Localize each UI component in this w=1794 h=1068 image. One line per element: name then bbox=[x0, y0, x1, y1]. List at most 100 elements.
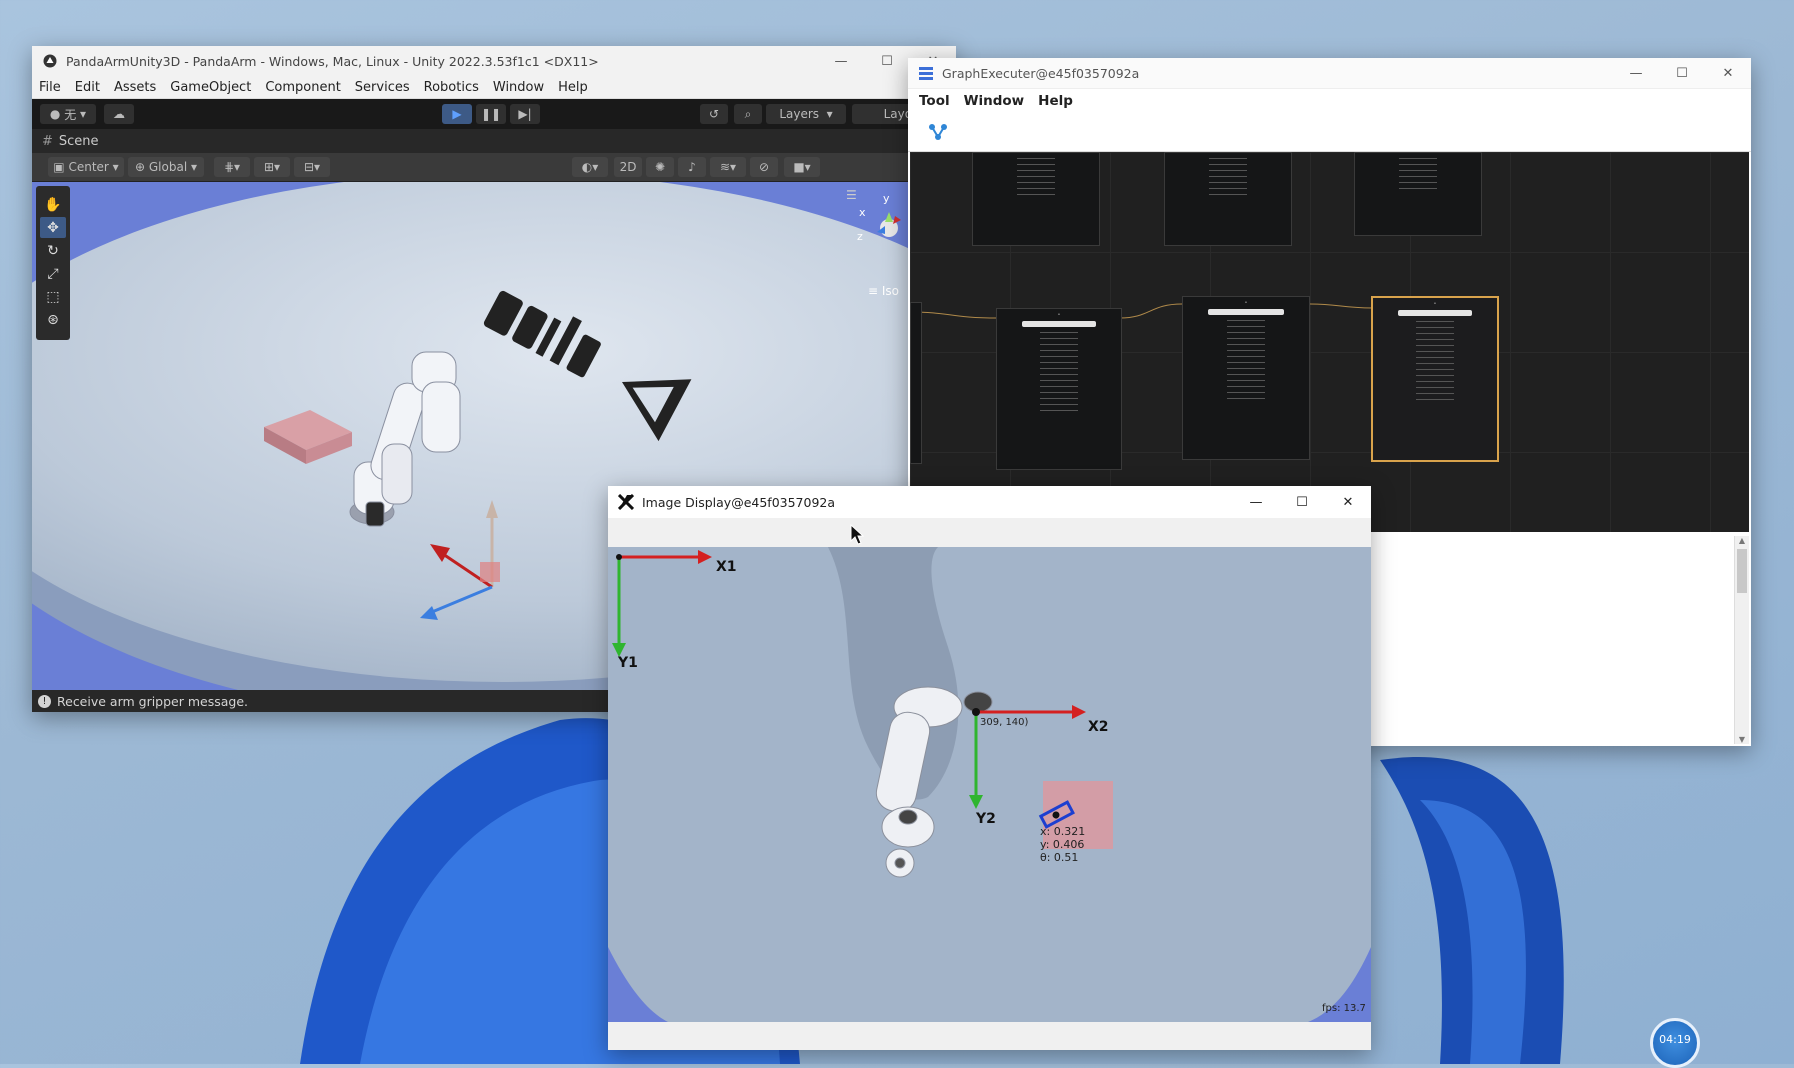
projection-label[interactable]: ≡ Iso bbox=[868, 284, 899, 298]
rotate-tool-icon[interactable]: ↻ bbox=[40, 240, 66, 261]
graph-title-bar: GraphExecuter@e45f0357092a — ☐ ✕ bbox=[908, 58, 1751, 89]
pivot-dropdown[interactable]: ▣ Center ▾ bbox=[48, 157, 124, 177]
mode-2d-toggle[interactable]: 2D bbox=[614, 157, 642, 177]
graph-node[interactable] bbox=[910, 302, 922, 464]
close-button[interactable]: ✕ bbox=[1325, 487, 1371, 517]
menu-component[interactable]: Component bbox=[258, 80, 347, 95]
audio-icon[interactable]: ♪ bbox=[678, 157, 706, 177]
image-window-title: Image Display@e45f0357092a bbox=[642, 494, 836, 510]
menu-services[interactable]: Services bbox=[348, 80, 417, 95]
graph-node[interactable] bbox=[1354, 152, 1482, 236]
layers-label: Layers bbox=[779, 107, 820, 121]
axis-label-x1: X1 bbox=[716, 559, 737, 575]
menu-robotics[interactable]: Robotics bbox=[417, 80, 486, 95]
camera-image[interactable]: X1 Y1 X2 Y2 309, 140) x: 0.321 y: 0.406 … bbox=[608, 547, 1371, 1022]
camera-dropdown[interactable]: ■▾ bbox=[784, 157, 820, 177]
unity-menubar: File Edit Assets GameObject Component Se… bbox=[32, 76, 956, 99]
account-icon: ● bbox=[49, 107, 65, 121]
scroll-up-icon[interactable]: ▲ bbox=[1735, 536, 1749, 545]
lighting-icon[interactable]: ✺ bbox=[646, 157, 674, 177]
grid-snap-toggle[interactable]: ⊞▾ bbox=[254, 157, 290, 177]
step-button[interactable]: ▶| bbox=[510, 104, 540, 124]
pose-y: y: 0.406 bbox=[1040, 838, 1085, 851]
graph-canvas[interactable]: • • • bbox=[910, 152, 1749, 532]
hand-tool-icon[interactable]: ✋ bbox=[40, 194, 66, 215]
menu-window[interactable]: Window bbox=[486, 80, 551, 95]
menu-gameobject[interactable]: GameObject bbox=[163, 80, 258, 95]
mode-2d-label: 2D bbox=[619, 160, 637, 174]
graph-node[interactable]: • bbox=[996, 308, 1122, 470]
scroll-thumb[interactable] bbox=[1737, 549, 1747, 593]
image-status-strip bbox=[608, 1022, 1371, 1050]
menu-edit[interactable]: Edit bbox=[68, 80, 107, 95]
axis-label-x2: X2 bbox=[1088, 719, 1109, 735]
gizmo-y-label: y bbox=[883, 192, 890, 205]
menu-help[interactable]: Help bbox=[1031, 93, 1080, 109]
account-dropdown[interactable]: ● 无 ▾ bbox=[40, 104, 96, 124]
image-toolbar-strip bbox=[608, 518, 1371, 548]
menu-file[interactable]: File bbox=[32, 80, 68, 95]
fps-readout: fps: 13.7 bbox=[1322, 1003, 1366, 1014]
close-button[interactable]: ✕ bbox=[1705, 58, 1751, 88]
orientation-gizmo[interactable]: y x z bbox=[857, 192, 913, 252]
minimize-button[interactable]: — bbox=[1233, 487, 1279, 517]
layers-dropdown[interactable]: Layers ▾ bbox=[766, 104, 846, 124]
minimize-button[interactable]: — bbox=[1613, 58, 1659, 88]
scene-tab-label: Scene bbox=[58, 133, 99, 149]
move-tool-icon[interactable]: ✥ bbox=[40, 217, 66, 238]
shading-dropdown[interactable]: ◐▾ bbox=[572, 157, 608, 177]
pause-button[interactable]: ❚❚ bbox=[476, 104, 506, 124]
scroll-down-icon[interactable]: ▼ bbox=[1735, 735, 1749, 744]
menu-window[interactable]: Window bbox=[957, 93, 1032, 109]
log-scrollbar[interactable]: ▲ ▼ bbox=[1734, 536, 1749, 744]
graph-network-icon[interactable] bbox=[926, 120, 950, 144]
pose-theta: θ: 0.51 bbox=[1040, 851, 1079, 864]
graph-window-title: GraphExecuter@e45f0357092a bbox=[942, 65, 1140, 81]
space-dropdown[interactable]: ⊕ Global ▾ bbox=[128, 157, 204, 177]
account-label: 无 bbox=[64, 107, 77, 122]
info-icon: ! bbox=[38, 694, 51, 708]
space-label: Global bbox=[148, 160, 188, 174]
visibility-icon[interactable]: ⊘ bbox=[750, 157, 778, 177]
camera-render bbox=[608, 547, 1371, 1022]
menu-help[interactable]: Help bbox=[551, 80, 595, 95]
scene-tab[interactable]: # Scene bbox=[32, 129, 956, 153]
pose-x: x: 0.321 bbox=[1040, 825, 1086, 838]
transform-tool-icon[interactable]: ⊛ bbox=[40, 309, 66, 330]
mouse-cursor-icon bbox=[850, 524, 864, 545]
minimize-button[interactable]: — bbox=[818, 46, 864, 76]
graph-app-icon bbox=[917, 64, 935, 82]
cloud-icon[interactable]: ☁ bbox=[104, 104, 134, 124]
maximize-button[interactable]: ☐ bbox=[1659, 58, 1705, 88]
projection-text: Iso bbox=[881, 284, 900, 298]
history-icon[interactable]: ↺ bbox=[700, 104, 728, 124]
status-message: Receive arm gripper message. bbox=[57, 693, 249, 709]
search-icon[interactable]: ⌕ bbox=[734, 104, 762, 124]
clock-time: 04:19 bbox=[1659, 1032, 1691, 1046]
effects-dropdown[interactable]: ≋▾ bbox=[710, 157, 746, 177]
maximize-button[interactable]: ☐ bbox=[1279, 487, 1325, 517]
object-pose-readout: x: 0.321 y: 0.406 θ: 0.51 bbox=[1040, 825, 1085, 864]
graph-node[interactable] bbox=[972, 152, 1100, 246]
scene-menu-icon[interactable]: ☰ bbox=[846, 188, 857, 202]
point-coordinate-label: 309, 140) bbox=[980, 717, 1029, 728]
clock-badge[interactable]: 04:19 bbox=[1650, 1018, 1700, 1068]
menu-tool[interactable]: Tool bbox=[912, 93, 957, 109]
graph-node[interactable] bbox=[1164, 152, 1292, 246]
maximize-button[interactable]: ☐ bbox=[864, 46, 910, 76]
unity-logo-icon bbox=[41, 52, 59, 70]
play-button[interactable]: ▶ bbox=[442, 104, 472, 124]
gizmo-x-label: x bbox=[859, 206, 866, 219]
menu-assets[interactable]: Assets bbox=[107, 80, 163, 95]
grid-icon: # bbox=[42, 133, 53, 149]
rect-tool-icon[interactable]: ⬚ bbox=[40, 286, 66, 307]
scene-tool-palette: ✋ ✥ ↻ ⤢ ⬚ ⊛ bbox=[36, 186, 70, 340]
graph-node-selected[interactable]: • bbox=[1371, 296, 1499, 462]
image-display-window: Image Display@e45f0357092a — ☐ ✕ X1 Y1 X… bbox=[608, 486, 1371, 1050]
scale-tool-icon[interactable]: ⤢ bbox=[40, 263, 66, 284]
snap-toggle[interactable]: ⋕▾ bbox=[214, 157, 250, 177]
graph-node[interactable]: • bbox=[1182, 296, 1310, 460]
pivot-label: Center bbox=[68, 160, 109, 174]
increment-snap-toggle[interactable]: ⊟▾ bbox=[294, 157, 330, 177]
graph-menubar: Tool Window Help bbox=[908, 89, 1751, 113]
